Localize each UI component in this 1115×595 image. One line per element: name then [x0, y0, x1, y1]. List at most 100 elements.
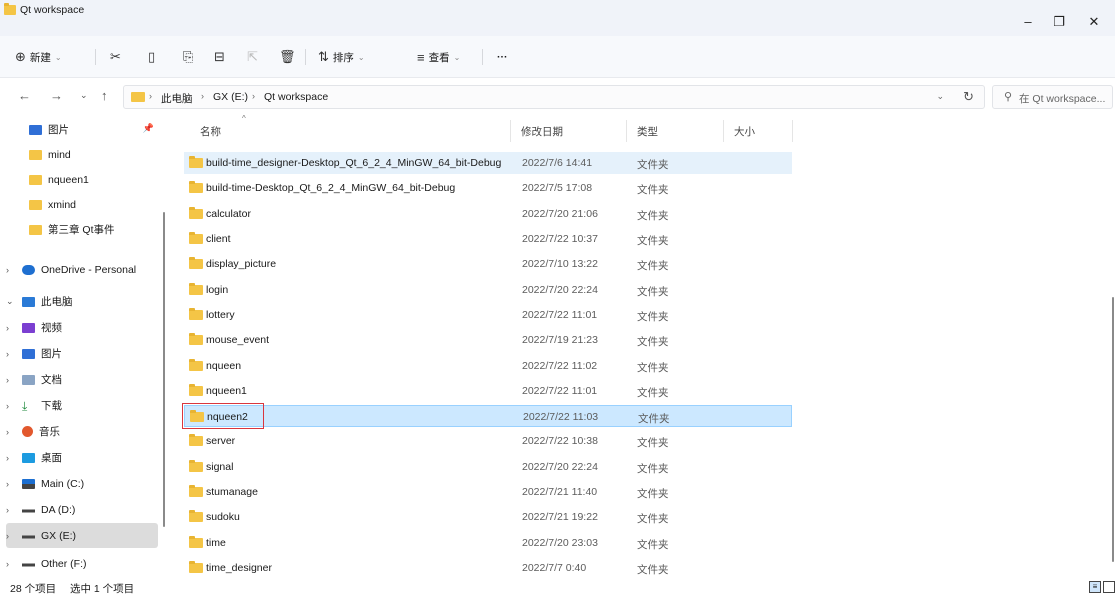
view-button[interactable]: ≡ 查看 ⌄ [417, 47, 460, 67]
more-button[interactable]: ··· [497, 47, 508, 67]
breadcrumb-folder[interactable]: Qt workspace [264, 91, 328, 103]
chevron-right-icon[interactable]: › [6, 531, 22, 541]
column-header-size[interactable]: 大小 [734, 124, 755, 139]
delete-icon: 🗑 [279, 49, 296, 64]
column-divider[interactable] [510, 120, 511, 142]
paste-button[interactable]: ⎘ [183, 47, 193, 67]
table-row[interactable]: stumanage 2022/7/21 11:40 文件夹 [184, 481, 792, 503]
breadcrumb-drive[interactable]: GX (E:) [213, 91, 248, 103]
sidebar-item-label: 下载 [41, 400, 62, 412]
file-date: 2022/7/22 11:03 [523, 411, 599, 423]
sidebar-item-pictures-pinned[interactable]: 图片 📌 [13, 117, 158, 142]
sidebar-item-nqueen1[interactable]: nqueen1 [13, 167, 158, 192]
command-bar: ⊕ 新建 ⌄ ✂ ▯ ⎘ ⊟ ⇱ 🗑 ⇅ 排序 ⌄ ≡ 查看 ⌄ ··· [0, 36, 1115, 78]
share-button[interactable]: ⇱ [247, 47, 258, 67]
file-date: 2022/7/22 11:01 [522, 309, 598, 321]
column-header-type[interactable]: 类型 [637, 124, 658, 139]
chevron-right-icon[interactable]: › [6, 349, 22, 359]
chevron-right-icon[interactable]: › [6, 375, 22, 385]
minimize-button[interactable]: – [1018, 14, 1038, 30]
tiles-view-icon[interactable] [1103, 581, 1115, 593]
recent-locations-button[interactable]: ⌄ [80, 90, 88, 101]
file-date: 2022/7/21 11:40 [522, 486, 598, 498]
details-view-icon[interactable]: ≡ [1089, 581, 1101, 593]
forward-button[interactable]: → [50, 88, 63, 103]
file-date: 2022/7/10 13:22 [522, 258, 598, 270]
new-button[interactable]: ⊕ 新建 ⌄ [15, 47, 62, 67]
sidebar-item-xmind[interactable]: xmind [13, 192, 158, 217]
table-row[interactable]: mouse_event 2022/7/19 21:23 文件夹 [184, 329, 792, 351]
sidebar-item-onedrive[interactable]: › OneDrive - Personal [6, 257, 151, 282]
sidebar-item-desktop[interactable]: › 桌面 [6, 445, 151, 470]
sidebar-item-downloads[interactable]: › ⤓ 下载 [6, 393, 151, 418]
back-button[interactable]: ← [18, 88, 31, 103]
chevron-down-icon[interactable]: ⌄ [6, 296, 22, 307]
chevron-right-icon[interactable]: › [6, 265, 22, 275]
up-button[interactable]: ↑ [101, 88, 108, 103]
column-header-date[interactable]: 修改日期 [521, 124, 563, 139]
sort-label: 排序 [332, 51, 354, 64]
breadcrumb-this-pc[interactable]: 此电脑 [161, 91, 193, 106]
table-row[interactable]: client 2022/7/22 10:37 文件夹 [184, 228, 792, 250]
cut-button[interactable]: ✂ [110, 47, 121, 67]
file-name: calculator [206, 208, 251, 220]
sidebar-item-this-pc[interactable]: ⌄ 此电脑 [6, 289, 151, 314]
chevron-right-icon[interactable]: › [6, 559, 22, 569]
sidebar-item-drive-e[interactable]: › GX (E:) [6, 523, 158, 548]
pictures-icon [22, 348, 35, 359]
file-date: 2022/7/22 10:37 [522, 233, 598, 245]
chevron-right-icon[interactable]: › [6, 427, 22, 437]
folder-icon [189, 485, 203, 497]
folder-icon [29, 199, 42, 210]
folder-icon [189, 207, 203, 219]
sidebar-item-drive-f[interactable]: › Other (F:) [6, 551, 151, 576]
column-header-name[interactable]: 名称 [200, 124, 221, 139]
table-row[interactable]: display_picture 2022/7/10 13:22 文件夹 [184, 253, 792, 275]
chevron-right-icon[interactable]: › [6, 479, 22, 489]
chevron-down-icon[interactable]: ⌄ [936, 91, 944, 102]
chevron-right-icon[interactable]: › [6, 505, 22, 515]
chevron-right-icon[interactable]: › [6, 323, 22, 333]
table-row[interactable]: nqueen1 2022/7/22 11:01 文件夹 [184, 380, 792, 402]
file-type: 文件夹 [637, 362, 669, 374]
table-row[interactable]: signal 2022/7/20 22:24 文件夹 [184, 456, 792, 478]
column-divider[interactable] [723, 120, 724, 142]
close-button[interactable]: ✕ [1084, 14, 1104, 30]
sidebar-item-drive-c[interactable]: › Main (C:) [6, 471, 151, 496]
file-name: mouse_event [206, 334, 270, 346]
chevron-right-icon[interactable]: › [6, 453, 22, 463]
sidebar-item-videos[interactable]: › 视频 [6, 315, 151, 340]
table-row[interactable]: server 2022/7/22 10:38 文件夹 [184, 430, 792, 452]
column-divider[interactable] [792, 120, 793, 142]
sidebar-item-chapter3[interactable]: 第三章 Qt事件 [13, 217, 158, 242]
sidebar-scrollbar[interactable] [163, 212, 165, 527]
rename-button[interactable]: ⊟ [214, 47, 225, 67]
refresh-icon[interactable]: ↻ [963, 89, 974, 105]
table-row-selected[interactable]: nqueen2 2022/7/22 11:03 文件夹 [184, 405, 792, 427]
table-row[interactable]: calculator 2022/7/20 21:06 文件夹 [184, 203, 792, 225]
sidebar-item-documents[interactable]: › 文档 [6, 367, 151, 392]
sidebar-item-drive-d[interactable]: › DA (D:) [6, 497, 151, 522]
chevron-right-icon: › [149, 91, 152, 101]
table-row[interactable]: time 2022/7/20 23:03 文件夹 [184, 532, 792, 554]
sidebar-item-mind[interactable]: mind [13, 142, 158, 167]
chevron-right-icon[interactable]: › [6, 401, 22, 411]
table-row[interactable]: nqueen 2022/7/22 11:02 文件夹 [184, 355, 792, 377]
table-row[interactable]: sudoku 2022/7/21 19:22 文件夹 [184, 506, 792, 528]
file-list-scrollbar[interactable] [1112, 297, 1114, 562]
breadcrumb[interactable]: › 此电脑 › GX (E:) › Qt workspace ⌄ ↻ [123, 85, 985, 109]
table-row[interactable]: lottery 2022/7/22 11:01 文件夹 [184, 304, 792, 326]
sort-button[interactable]: ⇅ 排序 ⌄ [318, 47, 365, 67]
table-row[interactable]: time_designer 2022/7/7 0:40 文件夹 [184, 557, 792, 579]
file-name: time_designer [206, 562, 272, 574]
copy-button[interactable]: ▯ [148, 47, 155, 67]
sidebar-item-pictures[interactable]: › 图片 [6, 341, 151, 366]
table-row[interactable]: login 2022/7/20 22:24 文件夹 [184, 279, 792, 301]
column-divider[interactable] [626, 120, 627, 142]
delete-button[interactable]: 🗑 [279, 47, 296, 67]
maximize-button[interactable]: ❐ [1049, 14, 1069, 30]
table-row[interactable]: build-time_designer-Desktop_Qt_6_2_4_Min… [184, 152, 792, 174]
sidebar-item-music[interactable]: › 音乐 [6, 419, 151, 444]
table-row[interactable]: build-time-Desktop_Qt_6_2_4_MinGW_64_bit… [184, 177, 792, 199]
search-input[interactable]: ⚲ 在 Qt workspace... [992, 85, 1113, 109]
